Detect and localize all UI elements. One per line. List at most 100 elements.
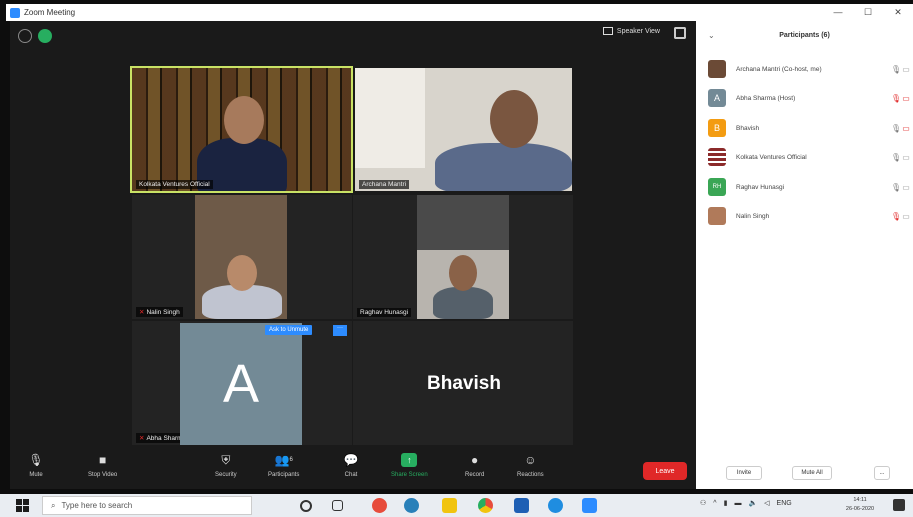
participant-name: Kolkata Ventures Official	[736, 153, 807, 161]
zoom-app-icon	[10, 7, 20, 18]
participants-panel: ⌄ Participants (6) Archana Mantri (Co-ho…	[696, 21, 913, 489]
meeting-toolbar: 🎙 Mute ■ Stop Video ⛨ Security 👥 6 Partic…	[10, 449, 696, 489]
participant-figure	[433, 287, 493, 319]
video-camera-icon: ▭	[902, 211, 910, 221]
mute-button[interactable]: 🎙 Mute	[28, 453, 44, 478]
participants-label: Participants	[268, 472, 300, 478]
avatar: A	[708, 89, 726, 107]
chat-label: Chat	[344, 472, 358, 478]
microphone-icon: 🎙	[891, 152, 902, 162]
share-screen-icon: ↑	[401, 453, 418, 467]
video-tile-archana-mantri: Archana Mantri	[355, 68, 572, 191]
video-camera-icon: ■	[99, 453, 107, 467]
participant-figure	[435, 143, 572, 191]
share-screen-button[interactable]: ↑ Share Screen	[391, 453, 428, 478]
participant-row[interactable]: A Abha Sharma (Host) 🎙 ▭	[708, 88, 913, 108]
minimize-button[interactable]: —	[823, 7, 853, 18]
stop-video-button[interactable]: ■ Stop Video	[88, 453, 117, 478]
participant-row[interactable]: Nalin Singh 🎙 ▭	[708, 206, 913, 226]
ask-to-unmute-button[interactable]: Ask to Unmute	[265, 325, 313, 335]
participants-icon: 👥 6	[274, 453, 293, 467]
participants-button[interactable]: 👥 6 Participants	[268, 453, 299, 478]
leave-button[interactable]: Leave	[643, 462, 687, 480]
avatar: RH	[708, 178, 726, 196]
avatar-abha-sharma: A	[180, 323, 302, 445]
tile-name-label: Kolkata Ventures Official	[136, 180, 213, 189]
stop-video-label: Stop Video	[88, 472, 118, 478]
tile-display-name: Bhavish	[427, 373, 501, 394]
close-button[interactable]: ✕	[883, 7, 913, 18]
avatar: B	[708, 119, 726, 137]
tile-more-button[interactable]: ···	[333, 325, 347, 336]
search-placeholder: Type here to search	[61, 501, 133, 510]
record-button[interactable]: ● Record	[465, 453, 484, 478]
notification-icon[interactable]	[893, 499, 905, 511]
participant-row[interactable]: Kolkata Ventures Official 🎙 ▭	[708, 147, 913, 167]
participant-row[interactable]: RH Raghav Hunasgi 🎙 ▭	[708, 177, 913, 197]
security-button[interactable]: ⛨ Security	[215, 453, 237, 479]
mic-muted-icon: ✕	[139, 309, 145, 316]
participant-head	[449, 255, 477, 291]
speaker-view-button[interactable]: Speaker View	[602, 27, 660, 35]
encryption-shield-icon[interactable]	[38, 29, 52, 43]
microphone-muted-icon: 🎙	[891, 211, 902, 221]
participant-head	[227, 255, 257, 291]
meeting-info-icon[interactable]	[18, 29, 32, 43]
microphone-icon: 🎙	[28, 453, 44, 467]
taskbar-search-input[interactable]: ⌕ Type here to search	[42, 496, 252, 515]
invite-button[interactable]: Invite	[726, 466, 762, 480]
participant-name: Archana Mantri (Co-host, me)	[736, 65, 822, 73]
video-tile-kolkata-ventures: Kolkata Ventures Official	[130, 66, 353, 193]
search-icon: ⌕	[51, 500, 56, 510]
clock-time: 14:11	[853, 497, 867, 503]
reactions-button[interactable]: ☺ Reactions	[517, 453, 544, 478]
tile-name-label: Raghav Hunasgi	[357, 308, 412, 317]
edge-icon[interactable]	[548, 498, 563, 513]
chrome-icon[interactable]	[478, 498, 493, 513]
teams-app-icon[interactable]	[514, 498, 529, 513]
reactions-label: Reactions	[517, 472, 544, 478]
participant-name: Bhavish	[736, 124, 760, 132]
maximize-button[interactable]: ☐	[853, 7, 883, 18]
mic-muted-icon: ✕	[139, 435, 145, 442]
participant-row[interactable]: B Bhavish 🎙 ▭	[708, 118, 913, 138]
task-view-icon[interactable]	[332, 500, 343, 511]
file-explorer-icon[interactable]	[442, 498, 457, 513]
security-label: Security	[215, 472, 237, 478]
system-tray: ⚇ ^ ▮ ▬ 🔈 ◁ ENG	[700, 499, 792, 508]
video-tile-raghav-hunasgi: Raghav Hunasgi	[353, 195, 573, 319]
battery-icon[interactable]: ▮	[724, 499, 728, 507]
window-title: Zoom Meeting	[24, 8, 76, 17]
fullscreen-icon[interactable]	[674, 27, 686, 39]
volume-icon[interactable]: ◁	[764, 499, 769, 507]
taskbar-clock[interactable]: 14:11 26-06-2020	[838, 496, 882, 514]
microphone-muted-icon: 🎙	[891, 93, 902, 103]
chevron-up-icon[interactable]: ^	[713, 500, 716, 507]
cortana-icon[interactable]	[300, 500, 312, 512]
participant-name: Abha Sharma (Host)	[736, 94, 796, 102]
mute-all-button[interactable]: Mute All	[792, 466, 832, 480]
panel-more-button[interactable]: ...	[874, 466, 890, 480]
video-camera-icon: ▭	[902, 64, 910, 74]
ceiling-background	[417, 195, 509, 250]
blue-circle-app-icon[interactable]	[404, 498, 419, 513]
network-icon[interactable]: ▬	[734, 500, 741, 507]
record-label: Record	[465, 472, 485, 478]
avatar	[708, 60, 726, 78]
reactions-icon: ☺	[524, 453, 537, 467]
share-screen-label: Share Screen	[391, 472, 428, 478]
participant-head	[490, 90, 538, 148]
zoom-window: Zoom Meeting — ☐ ✕ Speaker View Kolkata …	[0, 0, 913, 517]
language-indicator[interactable]: ENG	[777, 500, 792, 507]
chat-button[interactable]: 💬 Chat	[343, 453, 359, 478]
participant-row[interactable]: Archana Mantri (Co-host, me) 🎙 ▭	[708, 59, 913, 79]
participants-count: 6	[289, 457, 293, 463]
zoom-taskbar-icon[interactable]	[582, 498, 597, 513]
speaker-icon[interactable]: 🔈	[748, 499, 757, 507]
people-icon[interactable]: ⚇	[700, 499, 706, 507]
windows-start-icon[interactable]	[16, 499, 29, 512]
paint-app-icon[interactable]	[372, 498, 387, 513]
record-icon: ●	[471, 453, 479, 467]
title-bar: Zoom Meeting — ☐ ✕	[6, 4, 913, 21]
tile-name-label: ✕ Nalin Singh	[136, 307, 183, 317]
